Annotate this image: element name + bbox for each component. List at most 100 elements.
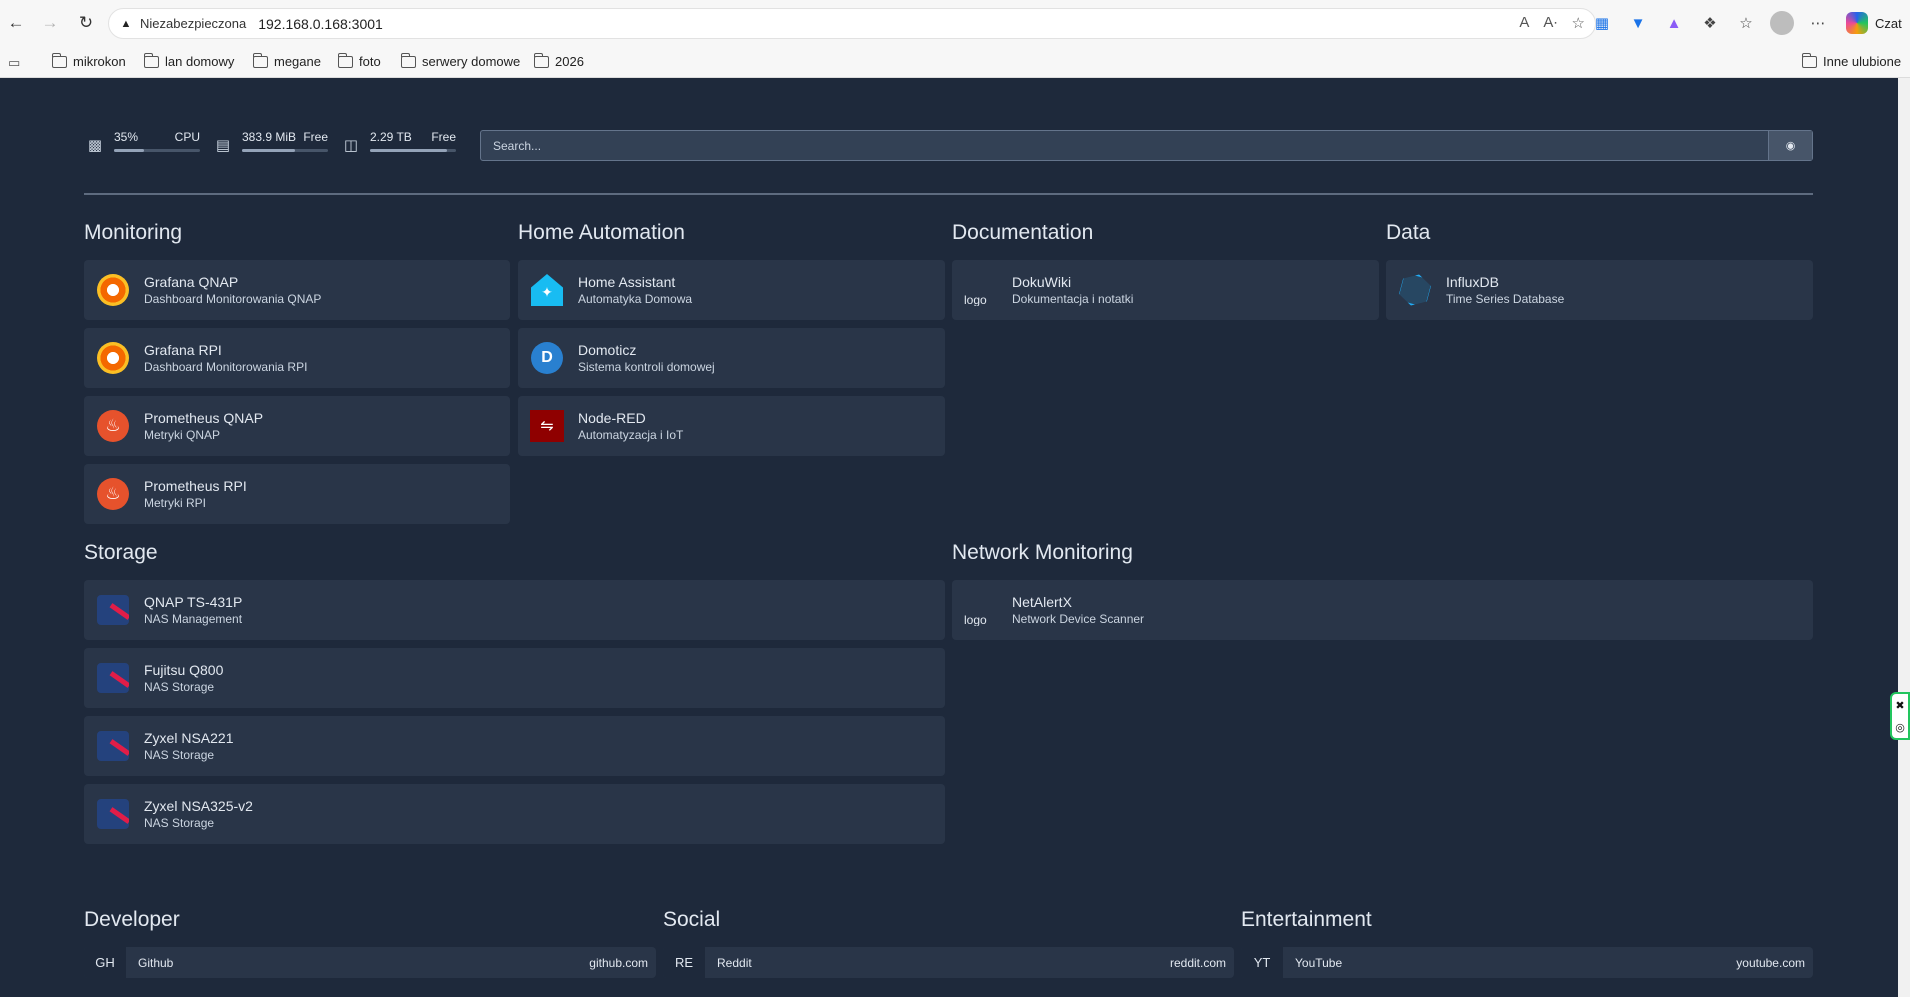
resource-widgets: ▩ 35% CPU ▤ 383.9 MiB Free ◫ 2.29 TB Free xyxy=(84,130,468,160)
search-input[interactable] xyxy=(481,131,1768,160)
broken-image-icon: logo xyxy=(964,273,998,307)
service-name: DokuWiki xyxy=(1012,273,1072,290)
service-card-qnap-ts431p[interactable]: QNAP TS-431P NAS Management xyxy=(84,580,945,640)
memory-value: 383.9 MiB xyxy=(242,130,297,144)
group-title-network-monitoring: Network Monitoring xyxy=(952,541,1133,564)
cpu-bar-fill xyxy=(114,149,145,152)
service-card-prometheus-rpi[interactable]: ♨ Prometheus RPI Metryki RPI xyxy=(84,464,510,524)
disk-value: 2.29 TB xyxy=(370,130,412,144)
qnap-icon xyxy=(96,729,130,763)
disk-widget: ◫ 2.29 TB Free xyxy=(340,130,456,156)
service-card-node-red[interactable]: ⇋ Node-RED Automatyzacja i IoT xyxy=(518,396,945,456)
service-description: Metryki RPI xyxy=(144,495,207,510)
service-card-influxdb[interactable]: InfluxDB Time Series Database xyxy=(1386,260,1813,320)
other-favorites[interactable]: Inne ulubione xyxy=(1801,52,1901,69)
profile-icon[interactable] xyxy=(1770,11,1794,35)
service-card-domoticz[interactable]: D Domoticz Sistema kontroli domowej xyxy=(518,328,945,388)
bookmark-reddit[interactable]: RE Reddit reddit.com xyxy=(663,947,1234,978)
service-name: Domoticz xyxy=(578,341,637,358)
translate-icon[interactable]: А xyxy=(1519,14,1529,32)
warning-icon[interactable]: ▲ xyxy=(119,17,133,31)
service-description: NAS Storage xyxy=(144,815,215,830)
service-card-zyxel-nsa221[interactable]: Zyxel NSA221 NAS Storage xyxy=(84,716,945,776)
disk-icon: ◫ xyxy=(343,137,359,154)
folder-icon xyxy=(143,52,159,68)
bookmark-folder[interactable]: serwery domowe xyxy=(400,52,520,69)
extensions-puzzle-icon[interactable]: ❖ xyxy=(1698,11,1722,35)
bookmark-github[interactable]: GH Github github.com xyxy=(84,947,656,978)
security-label[interactable]: Niezabezpieczona xyxy=(140,16,246,31)
service-name: InfluxDB xyxy=(1446,273,1499,290)
favorite-star-icon[interactable]: ☆ xyxy=(1572,14,1585,32)
folder-icon xyxy=(1801,52,1817,68)
icon-alt-text: logo xyxy=(964,613,987,626)
close-icon[interactable]: ✖ xyxy=(1895,699,1904,712)
group-title-documentation: Documentation xyxy=(952,221,1094,244)
memory-bar-fill xyxy=(242,149,296,152)
icon-alt-text: logo xyxy=(964,293,987,306)
service-card-zyxel-nsa325[interactable]: Zyxel NSA325-v2 NAS Storage xyxy=(84,784,945,844)
cpu-label: CPU xyxy=(174,130,200,144)
service-card-netalertx[interactable]: logo NetAlertX Network Device Scanner xyxy=(952,580,1813,640)
more-menu-icon[interactable]: ⋯ xyxy=(1806,11,1830,35)
folder-icon xyxy=(51,52,67,68)
search-engine-icon[interactable]: ◉ xyxy=(1768,131,1812,160)
copilot-button[interactable]: Czat xyxy=(1846,12,1902,34)
extension-icon-1[interactable]: ▦ xyxy=(1590,11,1614,35)
bookmark-folder[interactable]: lan domowy xyxy=(143,52,234,69)
bookmark-youtube[interactable]: YT YouTube youtube.com xyxy=(1241,947,1813,978)
service-description: NAS Storage xyxy=(144,679,215,694)
bookmarks-bar: ▭ mikrokon lan domowy megane foto serwer… xyxy=(0,48,1910,78)
copilot-label: Czat xyxy=(1875,15,1902,31)
cpu-value: 35% xyxy=(114,130,139,144)
reload-icon[interactable]: ↻ xyxy=(74,11,98,35)
service-description: Dokumentacja i notatki xyxy=(1012,291,1134,306)
read-aloud-icon[interactable]: A∙ xyxy=(1543,14,1557,32)
influxdb-icon xyxy=(1398,273,1432,307)
service-card-dokuwiki[interactable]: logo DokuWiki Dokumentacja i notatki xyxy=(952,260,1379,320)
back-icon[interactable]: ← xyxy=(4,11,28,35)
address-bar[interactable]: ▲ Niezabezpieczona 192.168.0.168:3001 А … xyxy=(108,8,1596,39)
grafana-icon xyxy=(96,273,130,307)
group-title-developer: Developer xyxy=(84,908,180,931)
memory-icon: ▤ xyxy=(215,137,231,154)
side-extension-widget[interactable]: ✖ ◎ xyxy=(1890,692,1910,740)
bookmark-name: YouTube xyxy=(1295,955,1343,970)
service-card-fujitsu-q800[interactable]: Fujitsu Q800 NAS Storage xyxy=(84,648,945,708)
service-description: Time Series Database xyxy=(1446,291,1565,306)
extension-logo-icon[interactable]: ◎ xyxy=(1895,721,1905,734)
bookmark-folder[interactable]: foto xyxy=(337,52,381,69)
avatar[interactable] xyxy=(1770,11,1794,35)
service-name: Node-RED xyxy=(578,409,646,426)
service-card-grafana-rpi[interactable]: Grafana RPI Dashboard Monitorowania RPI xyxy=(84,328,510,388)
bookmark-folder[interactable]: 2026 xyxy=(533,52,584,69)
service-card-prometheus-qnap[interactable]: ♨ Prometheus QNAP Metryki QNAP xyxy=(84,396,510,456)
folder-icon xyxy=(252,52,268,68)
browser-chrome: ← → ↻ ▲ Niezabezpieczona 192.168.0.168:3… xyxy=(0,0,1910,78)
service-card-grafana-qnap[interactable]: Grafana QNAP Dashboard Monitorowania QNAP xyxy=(84,260,510,320)
service-name: NetAlertX xyxy=(1012,593,1072,610)
service-card-home-assistant[interactable]: ✦ Home Assistant Automatyka Domowa xyxy=(518,260,945,320)
broken-image-icon: logo xyxy=(964,593,998,627)
extension-icon-2[interactable]: ▼ xyxy=(1626,11,1650,35)
extension-icon-3[interactable]: ▲ xyxy=(1662,11,1686,35)
service-name: Fujitsu Q800 xyxy=(144,661,224,678)
cpu-widget: ▩ 35% CPU xyxy=(84,130,200,156)
service-description: NAS Management xyxy=(144,611,243,626)
bookmark-host: youtube.com xyxy=(1736,955,1805,970)
bookmark-host: github.com xyxy=(589,955,648,970)
service-description: Automatyka Domowa xyxy=(578,291,693,306)
reading-view-icon[interactable]: ▭ xyxy=(8,55,20,71)
bookmark-name: Reddit xyxy=(717,955,752,970)
forward-icon[interactable]: → xyxy=(38,11,62,35)
group-title-monitoring: Monitoring xyxy=(84,221,183,244)
bookmark-folder[interactable]: mikrokon xyxy=(51,52,126,69)
grafana-icon xyxy=(96,341,130,375)
service-name: Prometheus RPI xyxy=(144,477,247,494)
favorites-icon[interactable]: ☆ xyxy=(1734,11,1758,35)
url-text[interactable]: 192.168.0.168:3001 xyxy=(258,16,383,32)
page-scrollbar[interactable] xyxy=(1898,78,1910,997)
folder-icon xyxy=(337,52,353,68)
service-name: Zyxel NSA221 xyxy=(144,729,234,746)
bookmark-folder[interactable]: megane xyxy=(252,52,321,69)
